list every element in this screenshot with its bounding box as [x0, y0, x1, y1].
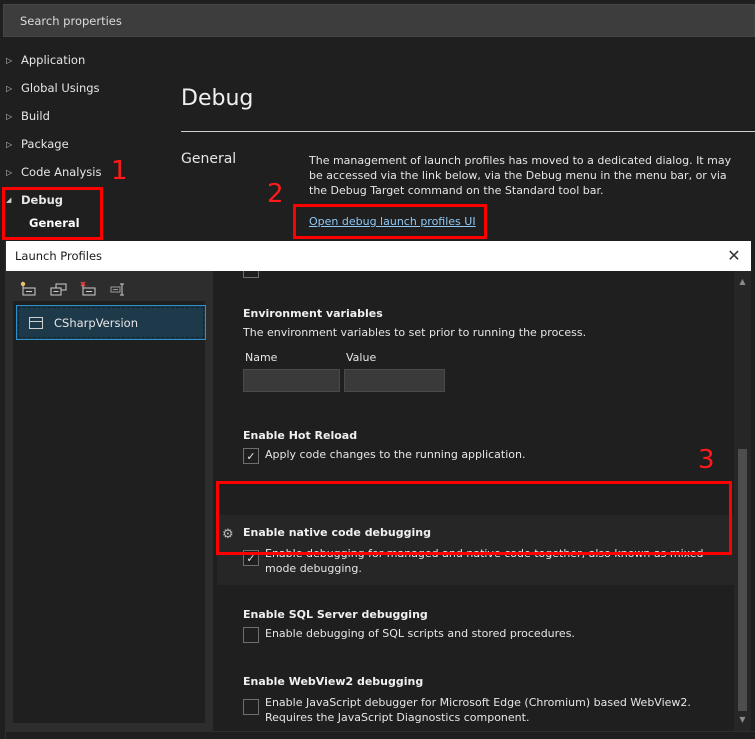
- annotation-number-2: 2: [267, 179, 284, 209]
- section-label-general: General: [181, 151, 237, 167]
- nav-item-global-usings[interactable]: ▷ Global Usings: [6, 78, 100, 98]
- sql-debug-title: Enable SQL Server debugging: [243, 608, 428, 621]
- env-vars-description: The environment variables to set prior t…: [243, 326, 587, 339]
- nav-label: Code Analysis: [21, 165, 102, 179]
- nav-item-debug[interactable]: ◢ Debug: [6, 190, 63, 210]
- nav-label: Global Usings: [21, 81, 100, 95]
- close-icon[interactable]: ✕: [723, 245, 745, 267]
- dialog-footer: [6, 731, 755, 739]
- webview-debug-option: Enable JavaScript debugger for Microsoft…: [243, 695, 725, 725]
- nav-label: Debug: [21, 193, 63, 207]
- profile-settings-pane: Environment variables The environment va…: [213, 271, 734, 731]
- search-properties-input[interactable]: Search properties: [3, 4, 755, 37]
- expand-arrow-icon: ▷: [6, 83, 13, 93]
- rename-profile-button[interactable]: [106, 279, 130, 299]
- env-col-name: Name: [245, 351, 278, 364]
- delete-profile-icon: [80, 281, 96, 296]
- scroll-up-icon[interactable]: ▲: [734, 275, 751, 289]
- dialog-title: Launch Profiles: [15, 249, 103, 263]
- webview-debug-checkbox[interactable]: [243, 699, 259, 715]
- sql-debug-label: Enable debugging of SQL scripts and stor…: [265, 627, 575, 640]
- settings-scrollbar[interactable]: ▲ ▼: [734, 271, 751, 731]
- expand-arrow-icon: ▷: [6, 139, 13, 149]
- env-value-input[interactable]: [344, 369, 445, 392]
- nav-item-build[interactable]: ▷ Build: [6, 106, 50, 126]
- scroll-thumb[interactable]: [738, 449, 747, 711]
- env-vars-title: Environment variables: [243, 307, 383, 320]
- expand-arrow-icon: ▷: [6, 55, 13, 65]
- annotation-number-1: 1: [111, 156, 128, 186]
- profile-label: CSharpVersion: [54, 315, 138, 330]
- annotation-number-3: 3: [698, 445, 715, 475]
- delete-profile-button[interactable]: [76, 279, 100, 299]
- native-debug-checkbox[interactable]: ✓: [243, 550, 259, 566]
- title-divider: [181, 131, 755, 132]
- hot-reload-label: Apply code changes to the running applic…: [265, 448, 526, 461]
- nav-item-code-analysis[interactable]: ▷ Code Analysis: [6, 162, 101, 182]
- nav-subitem-general[interactable]: General: [29, 216, 80, 230]
- page-title: Debug: [181, 86, 254, 111]
- nav-label: Application: [21, 53, 86, 67]
- profile-item-csharpversion[interactable]: CSharpVersion: [16, 305, 206, 340]
- native-debug-title: Enable native code debugging: [243, 526, 431, 539]
- hot-reload-title: Enable Hot Reload: [243, 429, 358, 442]
- sql-debug-option: Enable debugging of SQL scripts and stor…: [243, 627, 725, 643]
- section-description: The management of launch profiles has mo…: [309, 154, 732, 197]
- expand-arrow-icon: ▷: [6, 167, 13, 177]
- new-profile-icon: [20, 281, 36, 296]
- partial-checkbox[interactable]: [243, 271, 259, 278]
- open-launch-profiles-link[interactable]: Open debug launch profiles UI: [309, 215, 476, 228]
- hot-reload-option: ✓ Apply code changes to the running appl…: [243, 448, 725, 464]
- nav-label: Package: [21, 137, 69, 151]
- profiles-list: CSharpVersion: [13, 301, 206, 723]
- nav-label: Build: [21, 109, 50, 123]
- copy-profile-button[interactable]: [46, 279, 70, 299]
- webview-debug-title: Enable WebView2 debugging: [243, 675, 424, 688]
- nav-item-package[interactable]: ▷ Package: [6, 134, 69, 154]
- launch-profiles-dialog: Launch Profiles ✕ CSharpVersion Environm…: [5, 241, 755, 739]
- collapse-arrow-icon: ◢: [6, 196, 12, 204]
- copy-profile-icon: [50, 283, 67, 296]
- profiles-toolbar: [16, 279, 130, 299]
- search-placeholder: Search properties: [20, 14, 122, 28]
- profiles-pane: CSharpVersion: [6, 271, 213, 731]
- new-profile-button[interactable]: [16, 279, 40, 299]
- scroll-down-icon[interactable]: ▼: [734, 713, 751, 727]
- sql-debug-checkbox[interactable]: [243, 627, 259, 643]
- env-col-value: Value: [346, 351, 377, 364]
- hot-reload-checkbox[interactable]: ✓: [243, 448, 259, 464]
- webview-debug-label: Enable JavaScript debugger for Microsoft…: [265, 696, 691, 724]
- dialog-titlebar[interactable]: Launch Profiles ✕: [6, 241, 751, 271]
- native-debug-label: Enable debugging for managed and native …: [265, 547, 708, 575]
- env-name-input[interactable]: [243, 369, 340, 392]
- rename-profile-icon: [110, 283, 124, 296]
- native-debug-option: ✓ Enable debugging for managed and nativ…: [243, 546, 725, 576]
- nav-item-application[interactable]: ▷ Application: [6, 50, 85, 70]
- expand-arrow-icon: ▷: [6, 111, 13, 121]
- gear-icon: ⚙: [222, 527, 234, 542]
- window-icon: [29, 316, 43, 329]
